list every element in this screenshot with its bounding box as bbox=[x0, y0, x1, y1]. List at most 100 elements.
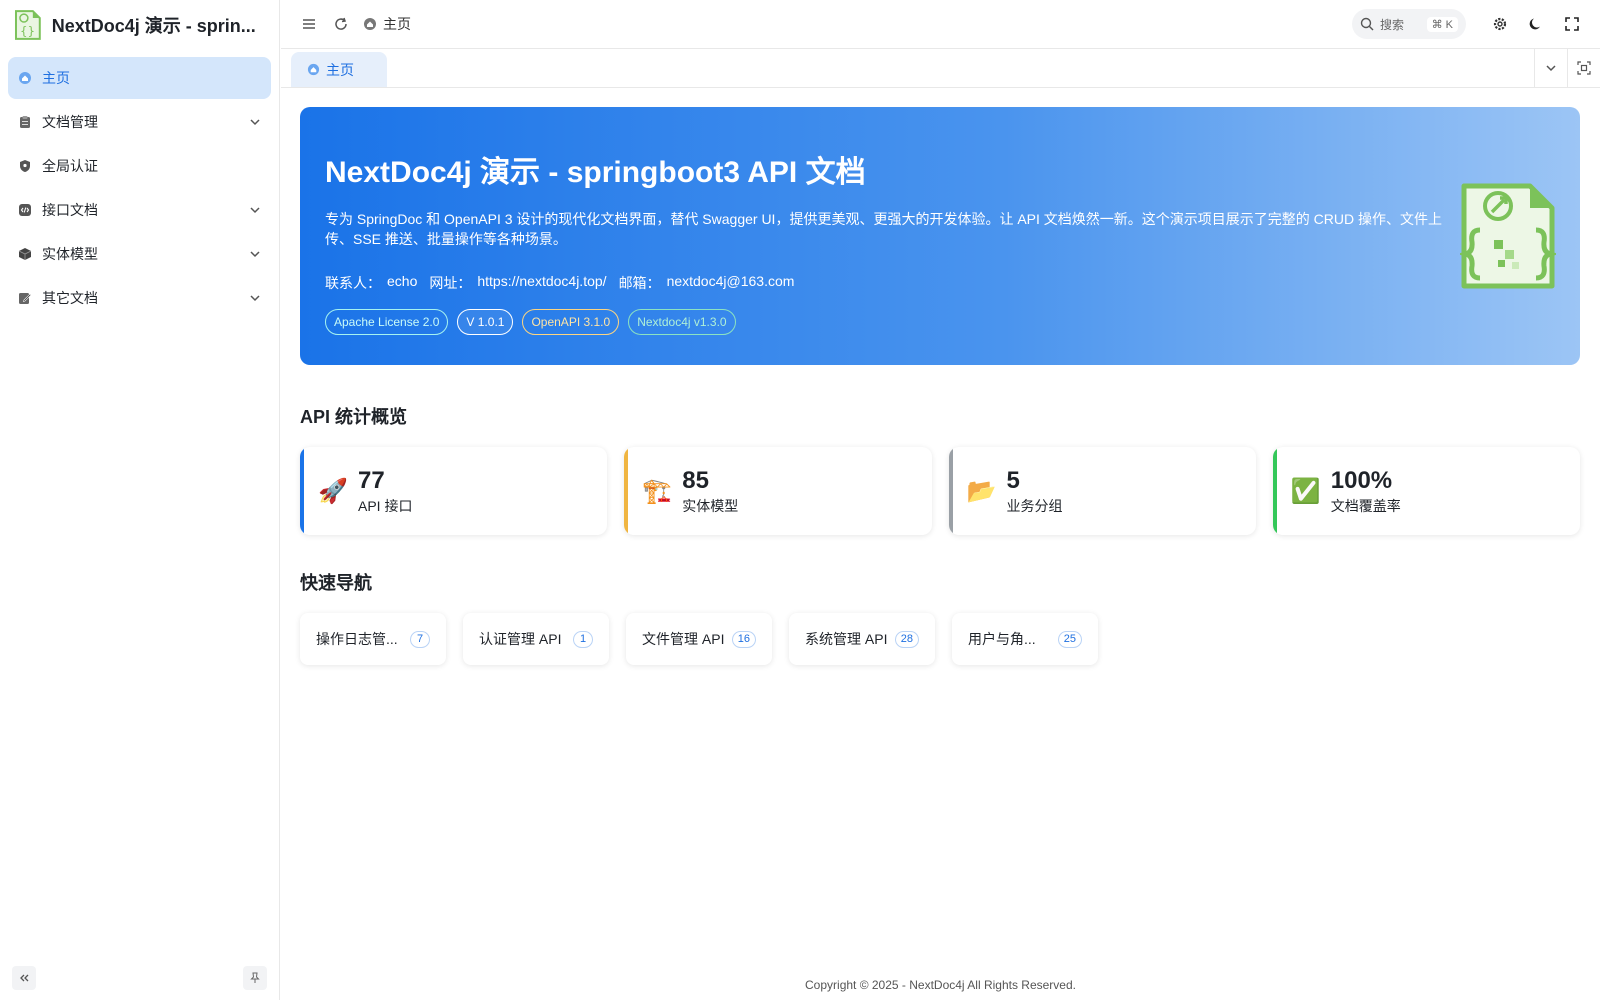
dark-mode-toggle[interactable] bbox=[1520, 8, 1552, 40]
quick-nav-label: 系统管理 API bbox=[805, 631, 888, 647]
nextdoc4j-logo-icon bbox=[1460, 183, 1556, 289]
quick-nav-label: 认证管理 API bbox=[479, 631, 562, 647]
top-header: 主页 搜索 ⌘ K bbox=[281, 0, 1600, 49]
folder-icon: 📂 bbox=[966, 477, 997, 505]
hero-contact: 联系人： echo 网址： https://nextdoc4j.top/ 邮箱：… bbox=[325, 273, 1555, 293]
gear-icon bbox=[1493, 17, 1507, 31]
sidebar: {} NextDoc4j 演示 - sprin... 主页 文档管理 全局认证 bbox=[0, 0, 280, 1000]
stat-value: 77 bbox=[358, 467, 385, 494]
sidebar-menu: 主页 文档管理 全局认证 接口文档 实体模型 其它文档 bbox=[0, 49, 279, 329]
search-shortcut: ⌘ K bbox=[1426, 16, 1458, 32]
refresh-button[interactable] bbox=[325, 8, 357, 40]
stat-card-api: 🚀 77 API 接口 bbox=[300, 447, 608, 535]
search-placeholder: 搜索 bbox=[1380, 17, 1405, 32]
sidebar-item-api-docs[interactable]: 接口文档 bbox=[8, 189, 271, 231]
quick-nav-label: 用户与角... bbox=[968, 631, 1036, 647]
tab-label: 主页 bbox=[326, 61, 354, 78]
sidebar-item-label: 文档管理 bbox=[42, 114, 98, 130]
breadcrumb[interactable]: 主页 bbox=[363, 14, 411, 34]
stat-label: 实体模型 bbox=[682, 498, 739, 514]
chevron-down-icon bbox=[1546, 65, 1556, 72]
hero-description: 专为 SpringDoc 和 OpenAPI 3 设计的现代化文档界面，替代 S… bbox=[325, 211, 1443, 247]
quick-nav-title: 快速导航 bbox=[300, 573, 372, 593]
sidebar-footer bbox=[12, 966, 267, 990]
license-badge: Apache License 2.0 bbox=[325, 309, 449, 335]
sidebar-item-label: 主页 bbox=[42, 70, 70, 86]
sidebar-item-label: 其它文档 bbox=[42, 290, 98, 306]
sidebar-item-entity-models[interactable]: 实体模型 bbox=[8, 233, 271, 275]
tab-bar: 主页 bbox=[281, 49, 1600, 88]
cube-icon bbox=[18, 247, 32, 261]
stat-label: 业务分组 bbox=[1006, 498, 1063, 514]
brand[interactable]: {} NextDoc4j 演示 - sprin... bbox=[0, 0, 279, 49]
count-badge: 16 bbox=[731, 630, 756, 648]
stat-value: 85 bbox=[682, 467, 709, 494]
fullscreen-button[interactable] bbox=[1556, 8, 1588, 40]
count-badge: 1 bbox=[573, 630, 593, 648]
contact-name: echo bbox=[387, 273, 418, 289]
contact-label: 联系人： bbox=[325, 275, 381, 291]
collapse-sidebar-button[interactable] bbox=[12, 966, 36, 990]
stats-grid: 🚀 77 API 接口 🏗️ 85 实体模型 📂 5 业务分组 ✅ 100% 文… bbox=[300, 447, 1580, 535]
stat-card-coverage: ✅ 100% 文档覆盖率 bbox=[1272, 447, 1580, 535]
svg-text:{}: {} bbox=[20, 23, 35, 37]
tab-home[interactable]: 主页 bbox=[291, 52, 387, 87]
app-title: NextDoc4j 演示 - sprin... bbox=[51, 15, 256, 36]
construction-icon: 🏗️ bbox=[642, 477, 673, 505]
pin-sidebar-button[interactable] bbox=[243, 966, 267, 990]
clipboard-icon bbox=[18, 115, 32, 129]
stat-label: API 接口 bbox=[358, 498, 413, 514]
hero-title: NextDoc4j 演示 - springboot3 API 文档 bbox=[325, 156, 866, 189]
double-chevron-left-icon bbox=[20, 974, 29, 982]
stat-card-models: 🏗️ 85 实体模型 bbox=[624, 447, 932, 535]
header-actions: 搜索 ⌘ K bbox=[1352, 8, 1588, 40]
sidebar-item-doc-management[interactable]: 文档管理 bbox=[8, 101, 271, 143]
sidebar-item-label: 全局认证 bbox=[42, 158, 98, 174]
tab-dropdown-button[interactable] bbox=[1534, 49, 1567, 87]
count-badge: 25 bbox=[1057, 630, 1082, 648]
quick-nav-item[interactable]: 文件管理 API 16 bbox=[626, 613, 772, 665]
check-icon: ✅ bbox=[1290, 477, 1321, 505]
code-icon bbox=[18, 203, 32, 217]
settings-button[interactable] bbox=[1484, 8, 1516, 40]
footer: Copyright © 2025 - NextDoc4j All Rights … bbox=[805, 978, 1076, 992]
stat-value: 5 bbox=[1006, 467, 1020, 494]
pin-icon bbox=[250, 972, 260, 983]
quick-nav-item[interactable]: 系统管理 API 28 bbox=[789, 613, 935, 665]
search-input[interactable]: 搜索 ⌘ K bbox=[1352, 9, 1466, 39]
main-content: NextDoc4j 演示 - springboot3 API 文档 专为 Spr… bbox=[281, 89, 1600, 1000]
stat-value: 100% bbox=[1330, 467, 1393, 494]
chevron-down-icon bbox=[250, 295, 260, 302]
quick-nav-item[interactable]: 用户与角... 25 bbox=[952, 613, 1098, 665]
version-badge: V 1.0.1 bbox=[457, 309, 514, 335]
hamburger-icon bbox=[303, 19, 315, 29]
quick-nav-item[interactable]: 认证管理 API 1 bbox=[463, 613, 609, 665]
count-badge: 7 bbox=[410, 630, 430, 648]
email-link[interactable]: nextdoc4j@163.com bbox=[667, 273, 795, 293]
menu-toggle-button[interactable] bbox=[293, 8, 325, 40]
quick-nav-list: 操作日志管... 7 认证管理 API 1 文件管理 API 16 系统管理 A… bbox=[300, 613, 1580, 665]
stats-title: API 统计概览 bbox=[300, 407, 408, 427]
refresh-icon bbox=[335, 17, 347, 30]
site-link[interactable]: https://nextdoc4j.top/ bbox=[477, 273, 606, 293]
sidebar-item-home[interactable]: 主页 bbox=[8, 57, 271, 99]
home-icon bbox=[307, 63, 320, 76]
openapi-badge: OpenAPI 3.1.0 bbox=[522, 309, 620, 335]
shield-icon bbox=[18, 159, 32, 173]
site-label: 网址： bbox=[429, 275, 472, 291]
stat-label: 文档覆盖率 bbox=[1330, 498, 1401, 514]
moon-icon bbox=[1529, 18, 1540, 30]
sidebar-item-label: 接口文档 bbox=[42, 202, 98, 218]
fullscreen-icon bbox=[1565, 17, 1579, 31]
maximize-icon bbox=[1577, 61, 1591, 75]
home-icon bbox=[364, 18, 376, 30]
rocket-icon: 🚀 bbox=[318, 477, 348, 505]
quick-nav-item[interactable]: 操作日志管... 7 bbox=[300, 613, 446, 665]
tab-maximize-button[interactable] bbox=[1567, 49, 1600, 87]
sidebar-item-global-auth[interactable]: 全局认证 bbox=[8, 145, 271, 187]
tab-tools bbox=[1534, 49, 1600, 87]
email-label: 邮箱： bbox=[618, 275, 661, 291]
search-icon bbox=[1360, 17, 1374, 31]
nextdoc4j-badge: Nextdoc4j v1.3.0 bbox=[628, 309, 736, 335]
sidebar-item-other-docs[interactable]: 其它文档 bbox=[8, 277, 271, 319]
